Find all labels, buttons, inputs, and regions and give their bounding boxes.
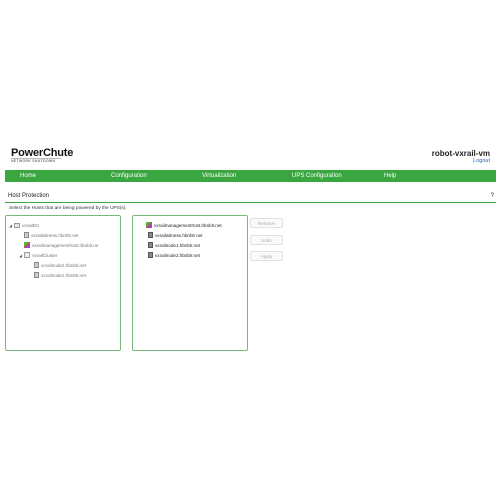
help-icon[interactable]: ? xyxy=(491,193,494,199)
tree-node-label: vxrailnode2.hbnblr.net xyxy=(41,262,86,268)
management-vm-icon xyxy=(24,242,30,248)
vm-icon xyxy=(24,232,29,238)
tree-node-vm[interactable]: vxrailnode2.hbnblr.net xyxy=(34,261,86,269)
logout-link[interactable]: Logout xyxy=(473,158,490,164)
selected-hosts-list[interactable]: vxrailmanagementhost.hbnblr.net vxrailwi… xyxy=(132,215,248,351)
logo-subtitle: NETWORK SHUTDOWN xyxy=(11,159,56,163)
host-icon xyxy=(148,232,153,238)
remove-button[interactable]: Remove xyxy=(250,218,283,228)
hostname-label: robot-vxrail-vm xyxy=(431,149,490,158)
instruction-text: Select the Hosts that are being powered … xyxy=(9,206,127,211)
list-item-label: vxrailnode1.hbnblr.net xyxy=(155,242,200,248)
host-icon xyxy=(148,252,153,258)
tree-node-cluster[interactable]: ◢ vxrailCluster xyxy=(19,251,57,259)
list-item-label: vxrailnode2.hbnblr.net xyxy=(155,252,200,258)
list-item[interactable]: vxrailnode2.hbnblr.net xyxy=(148,251,200,259)
host-icon xyxy=(148,242,153,248)
datacenter-icon xyxy=(14,222,21,228)
tree-node-vm[interactable]: vxrailnode1.hbnblr.net xyxy=(34,271,86,279)
tree-node-label: vxrailnode1.hbnblr.net xyxy=(41,272,86,278)
page-title: Host Protection xyxy=(8,193,50,199)
tree-node-label: vxrailmanagementhost.hbnblr.ne xyxy=(32,242,99,248)
vm-icon xyxy=(34,262,39,268)
list-item[interactable]: vxrailwitness.hbnblr.net xyxy=(148,231,203,239)
apply-button[interactable]: Apply xyxy=(250,251,283,261)
list-item[interactable]: vxrailnode1.hbnblr.net xyxy=(148,241,200,249)
section-divider xyxy=(5,202,496,203)
tree-node-vm[interactable]: vxrailwitness.hbnblr.net xyxy=(24,231,79,239)
available-hosts-tree[interactable]: ◢ vxrailDC vxrailwitness.hbnblr.net vxra… xyxy=(5,215,121,351)
tree-node-vm[interactable]: vxrailmanagementhost.hbnblr.ne xyxy=(24,241,98,249)
nav-virtualization[interactable]: Virtualization xyxy=(202,170,236,182)
undo-button[interactable]: Undo xyxy=(250,235,283,245)
list-item[interactable]: vxrailmanagementhost.hbnblr.net xyxy=(146,221,222,229)
collapse-arrow-icon[interactable]: ◢ xyxy=(19,253,22,258)
list-item-label: vxrailwitness.hbnblr.net xyxy=(155,232,203,238)
nav-home[interactable]: Home xyxy=(20,170,36,182)
main-navbar: Home Configuration Virtualization UPS Co… xyxy=(5,170,496,182)
tree-node-label: vxrailwitness.hbnblr.net xyxy=(31,232,79,238)
list-item-label: vxrailmanagementhost.hbnblr.net xyxy=(154,222,222,228)
nav-help[interactable]: Help xyxy=(384,170,396,182)
management-vm-icon xyxy=(146,222,152,228)
cluster-icon xyxy=(24,252,31,258)
collapse-arrow-icon[interactable]: ◢ xyxy=(9,223,12,228)
tree-node-datacenter[interactable]: ◢ vxrailDC xyxy=(9,221,39,229)
nav-configuration[interactable]: Configuration xyxy=(111,170,147,182)
nav-ups-configuration[interactable]: UPS Configuration xyxy=(292,170,342,182)
tree-node-label: vxrailCluster xyxy=(32,252,58,258)
vm-icon xyxy=(34,272,39,278)
tree-node-label: vxrailDC xyxy=(22,222,40,228)
